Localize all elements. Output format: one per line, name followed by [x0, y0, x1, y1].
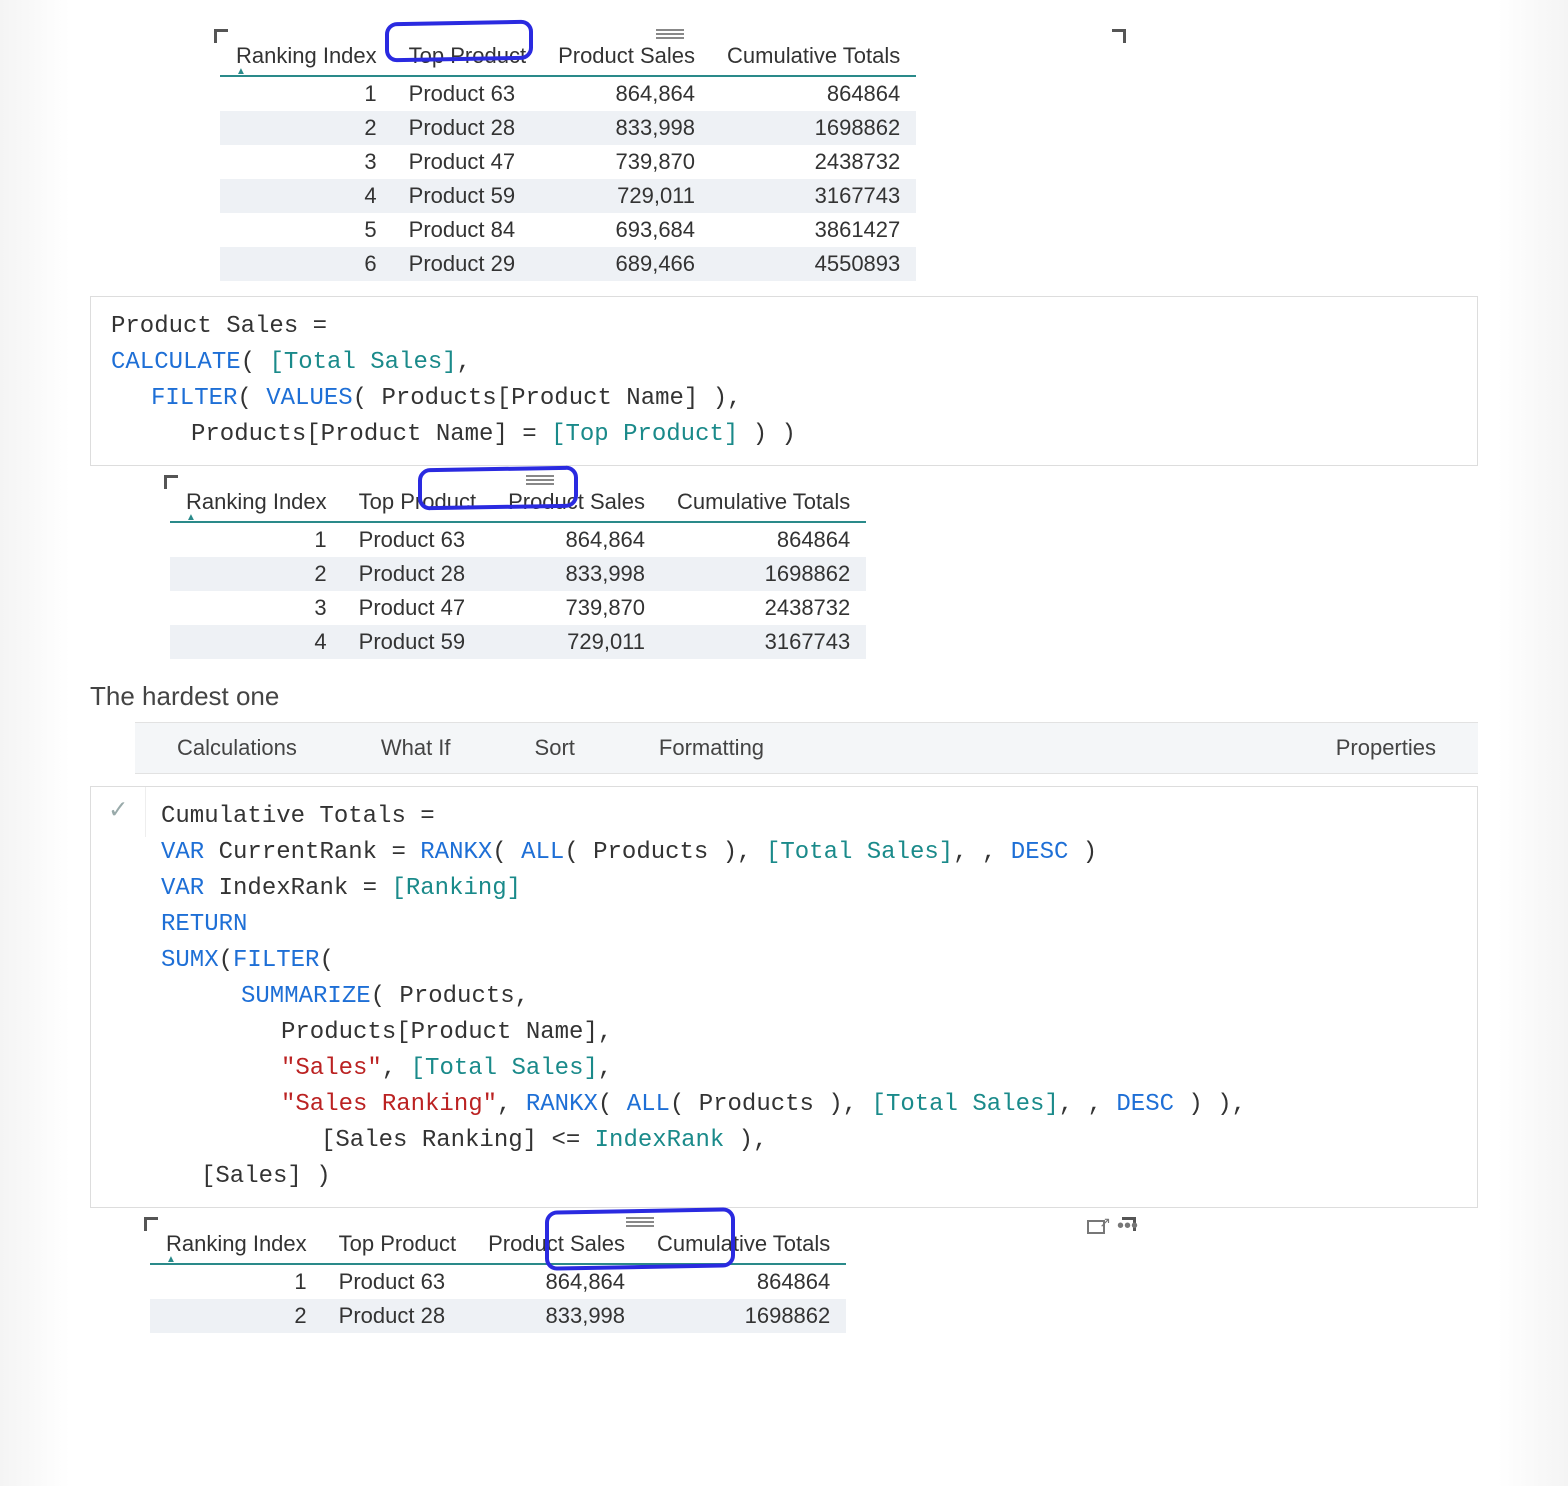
visual-toolbar: •••: [1087, 1215, 1138, 1238]
table-row[interactable]: 2Product 28833,9981698862: [170, 557, 866, 591]
table-visual-3[interactable]: ••• Ranking Index Top Product Product Sa…: [150, 1223, 1130, 1333]
col-cumulative-totals[interactable]: Cumulative Totals: [711, 35, 916, 76]
focus-mode-icon[interactable]: [1087, 1220, 1105, 1234]
table-row[interactable]: 4Product 59729,0113167743: [170, 625, 866, 659]
table-row[interactable]: 3Product 47739,8702438732: [170, 591, 866, 625]
more-options-icon[interactable]: •••: [1117, 1215, 1138, 1238]
col-product-sales[interactable]: Product Sales: [492, 481, 661, 522]
tab-properties[interactable]: Properties: [1294, 723, 1478, 773]
table-row[interactable]: 3Product 47739,8702438732: [220, 145, 916, 179]
commit-check-icon[interactable]: ✓: [91, 787, 146, 837]
table-visual-1[interactable]: Ranking Index Top Product Product Sales …: [220, 35, 1120, 281]
table-row[interactable]: 4Product 59729,0113167743: [220, 179, 916, 213]
section-heading: The hardest one: [90, 681, 1478, 712]
tab-calculations[interactable]: Calculations: [135, 723, 339, 773]
formula-bar-product-sales[interactable]: Product Sales = CALCULATE( [Total Sales]…: [90, 296, 1478, 466]
table-row[interactable]: 1Product 63864,864864864: [170, 522, 866, 557]
formula-text: Product Sales =: [111, 313, 327, 340]
col-top-product[interactable]: Top Product: [343, 481, 492, 522]
formula-bar-cumulative-totals[interactable]: ✓ Cumulative Totals = VAR CurrentRank = …: [90, 786, 1478, 1208]
tab-formatting[interactable]: Formatting: [617, 723, 1294, 773]
col-top-product[interactable]: Top Product: [393, 35, 542, 76]
tab-sort[interactable]: Sort: [493, 723, 617, 773]
col-ranking-index[interactable]: Ranking Index: [170, 481, 343, 522]
tab-what-if[interactable]: What If: [339, 723, 493, 773]
col-ranking-index[interactable]: Ranking Index: [220, 35, 393, 76]
ranking-table: Ranking Index Top Product Product Sales …: [170, 481, 866, 659]
table-row[interactable]: 1Product 63864,864864864: [220, 76, 916, 111]
col-product-sales[interactable]: Product Sales: [542, 35, 711, 76]
col-cumulative-totals[interactable]: Cumulative Totals: [661, 481, 866, 522]
ribbon-tabs: Calculations What If Sort Formatting Pro…: [135, 722, 1478, 774]
col-ranking-index[interactable]: Ranking Index: [150, 1223, 323, 1264]
table-row[interactable]: 2Product 28833,9981698862: [150, 1299, 846, 1333]
ranking-table: Ranking Index Top Product Product Sales …: [220, 35, 916, 281]
col-top-product[interactable]: Top Product: [323, 1223, 472, 1264]
col-product-sales[interactable]: Product Sales: [472, 1223, 641, 1264]
table-row[interactable]: 5Product 84693,6843861427: [220, 213, 916, 247]
ranking-table: Ranking Index Top Product Product Sales …: [150, 1223, 846, 1333]
table-row[interactable]: 6Product 29689,4664550893: [220, 247, 916, 281]
table-visual-2[interactable]: Ranking Index Top Product Product Sales …: [170, 481, 910, 659]
resize-handle-tr-icon[interactable]: [1112, 29, 1126, 43]
table-row[interactable]: 1Product 63864,864864864: [150, 1264, 846, 1299]
drag-handle-icon[interactable]: [526, 475, 554, 485]
drag-handle-icon[interactable]: [656, 29, 684, 39]
drag-handle-icon[interactable]: [626, 1217, 654, 1227]
col-cumulative-totals[interactable]: Cumulative Totals: [641, 1223, 846, 1264]
table-row[interactable]: 2Product 28833,9981698862: [220, 111, 916, 145]
